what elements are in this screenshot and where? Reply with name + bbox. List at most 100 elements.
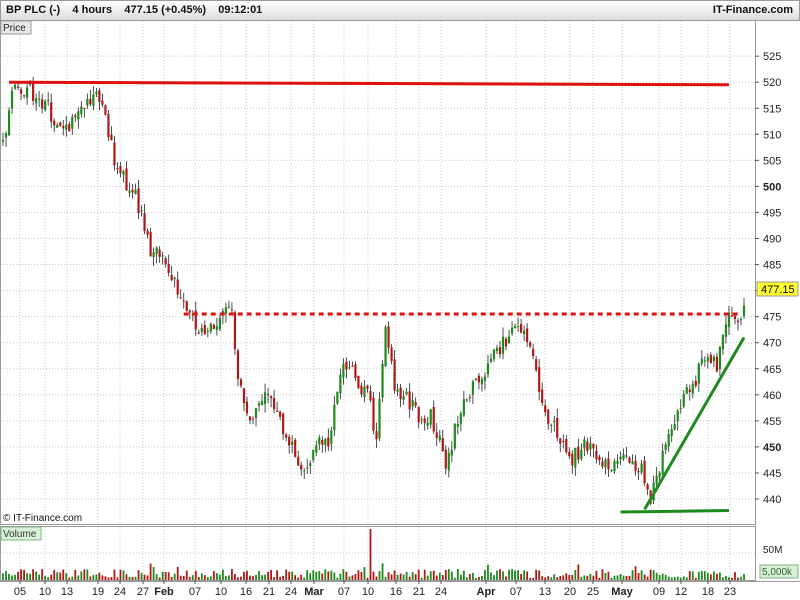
- volume-bar: [402, 574, 405, 580]
- candle-down: [694, 380, 697, 386]
- volume-bar: [125, 574, 128, 580]
- volume-bar: [700, 571, 703, 580]
- volume-bar: [261, 575, 263, 580]
- candle-up: [658, 472, 661, 478]
- volume-bar: [423, 569, 426, 580]
- volume-bar: [535, 569, 538, 580]
- volume-bar: [249, 575, 251, 580]
- candle-up: [336, 391, 339, 404]
- candle-up: [378, 398, 381, 439]
- y-tick-label-485: 485: [763, 260, 781, 272]
- volume-bar: [571, 574, 574, 580]
- volume-bar: [122, 570, 125, 580]
- candle-up: [260, 401, 264, 406]
- time-axis: 05 10 13 19 24 27 Feb 07 10 16 21 24 Mar 07 10 16 21 24 Ap…: [14, 580, 736, 598]
- volume-bar: [411, 572, 414, 580]
- candle-up: [402, 396, 405, 400]
- volume-panel-label: Volume: [3, 529, 37, 540]
- candle-up: [405, 391, 408, 395]
- volume-bar: [697, 571, 700, 580]
- candle-down: [393, 359, 396, 391]
- candle-up: [1, 140, 5, 142]
- volume-bar: [98, 572, 101, 580]
- x-tick-label-16: 21: [413, 586, 425, 598]
- volume-bar: [194, 570, 197, 580]
- candle-up: [324, 438, 327, 446]
- candle-down: [110, 134, 113, 141]
- candle-up: [673, 423, 676, 430]
- volume-bar: [731, 577, 733, 580]
- candle-up: [523, 330, 526, 335]
- volume-bar: [264, 574, 266, 580]
- candle-up: [47, 100, 50, 102]
- volume-bar: [390, 574, 393, 580]
- candle-up: [664, 444, 667, 451]
- volume-bar: [438, 572, 441, 580]
- volume-bar: [92, 575, 95, 580]
- candle-down: [113, 142, 116, 166]
- volume-bar: [468, 573, 471, 580]
- candle-down: [387, 326, 390, 348]
- volume-bar: [679, 577, 682, 580]
- candle-down: [236, 350, 240, 380]
- candle-down: [366, 385, 369, 389]
- candle-down: [577, 446, 580, 460]
- candle-down: [101, 100, 104, 105]
- volume-bar: [74, 569, 77, 580]
- volume-bar: [580, 576, 583, 580]
- price-axis: 4404454504554604654704754804854904955005…: [755, 51, 781, 506]
- volume-bar: [212, 571, 215, 580]
- candle-up: [495, 347, 499, 352]
- x-tick-label-17: 24: [435, 586, 447, 598]
- volume-bar: [330, 570, 333, 580]
- volume-bar: [119, 569, 122, 580]
- volume-bar: [191, 575, 194, 580]
- volume-bar: [646, 576, 649, 580]
- candle-down: [107, 113, 110, 138]
- candle-up: [474, 378, 478, 380]
- volume-bar: [610, 577, 613, 580]
- candle-down: [32, 82, 35, 101]
- volume-bar: [32, 569, 35, 580]
- candle-down: [559, 438, 562, 444]
- volume-bar: [553, 574, 556, 580]
- x-tick-label-5: 27: [137, 586, 149, 598]
- volume-bar: [574, 570, 577, 580]
- candle-down: [468, 397, 471, 399]
- volume-bar: [20, 569, 22, 580]
- volume-bar: [324, 569, 327, 580]
- volume-bar: [149, 563, 152, 580]
- candle-down: [59, 122, 62, 126]
- candle-up: [622, 454, 625, 459]
- price-chart[interactable]: Price © IT-Finance.com Volume 50M 5,000k…: [0, 0, 800, 600]
- candle-up: [173, 277, 176, 280]
- y-tick-label-440: 440: [763, 494, 781, 506]
- candle-down: [435, 432, 438, 438]
- x-tick-label-22: 25: [587, 586, 599, 598]
- volume-bar: [134, 576, 137, 580]
- y-tick-label-525: 525: [763, 51, 781, 63]
- candle-up: [35, 98, 38, 104]
- candle-down: [345, 361, 348, 370]
- candle-up: [604, 459, 607, 468]
- y-tick-label-465: 465: [763, 364, 781, 376]
- candle-up: [206, 330, 209, 332]
- volume-bar: [360, 571, 363, 580]
- volume-bar: [185, 570, 188, 580]
- volume-bar: [309, 573, 312, 580]
- volume-bar: [288, 571, 291, 580]
- volume-bar: [35, 571, 38, 580]
- candle-down: [269, 396, 273, 399]
- volume-bar: [664, 574, 667, 580]
- candle-up: [339, 374, 342, 394]
- y-tick-label-450: 450: [763, 442, 781, 454]
- volume-bar: [354, 574, 357, 580]
- candle-down: [477, 375, 481, 383]
- volume-bar: [44, 575, 47, 580]
- x-tick-label-21: 20: [564, 586, 576, 598]
- candle-down: [282, 413, 285, 435]
- candle-down: [646, 484, 649, 490]
- volume-bar: [592, 575, 595, 580]
- volume-bar: [375, 576, 378, 580]
- volume-bar: [318, 570, 321, 580]
